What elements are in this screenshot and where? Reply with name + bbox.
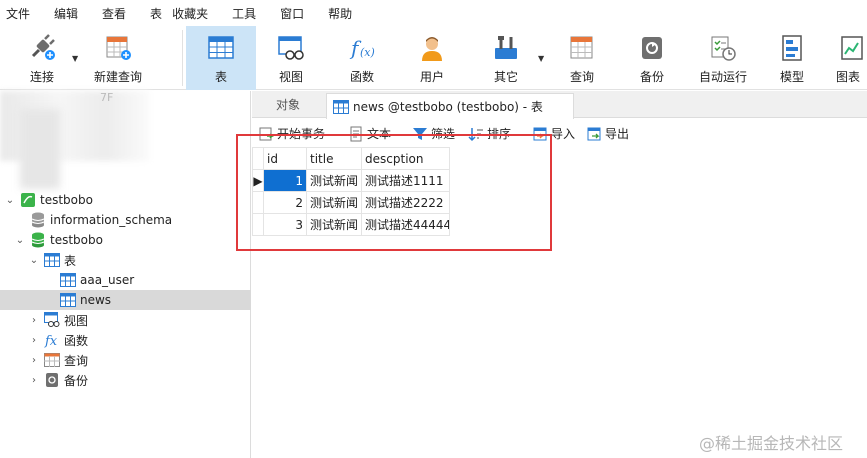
- menu-window[interactable]: 窗口: [280, 5, 304, 22]
- tab-objects[interactable]: 对象: [252, 91, 324, 118]
- auto-run-button[interactable]: 自动运行: [692, 26, 754, 90]
- tab-label: news @testbobo (testbobo) - 表: [353, 100, 543, 114]
- database-icon: [30, 212, 46, 228]
- table-icon: [60, 292, 76, 308]
- view-icon: [278, 36, 304, 60]
- table-button[interactable]: 表: [186, 26, 256, 90]
- svg-text:(x): (x): [360, 46, 375, 59]
- view-icon: [44, 312, 60, 328]
- expand-arrow-icon[interactable]: ›: [28, 315, 40, 326]
- chart-icon: [841, 36, 863, 60]
- other-button[interactable]: 其它: [478, 26, 534, 90]
- menu-favorites[interactable]: 收藏夹: [172, 5, 208, 22]
- svg-text:fx: fx: [44, 334, 58, 348]
- function-icon: f (x): [349, 36, 375, 60]
- expand-arrow-icon[interactable]: ›: [28, 355, 40, 366]
- tree-table-aaa-user[interactable]: aaa_user: [0, 270, 251, 290]
- function-icon: fx: [44, 332, 60, 348]
- tree-group-functions[interactable]: › fx 函数: [0, 330, 251, 350]
- model-icon: [782, 35, 802, 61]
- annotation-highlight-box: [236, 134, 552, 251]
- collapse-arrow-icon[interactable]: ⌄: [4, 195, 16, 206]
- other-dropdown-caret[interactable]: ▼: [538, 54, 544, 63]
- tab-bar: 对象 news @testbobo (testbobo) - 表: [252, 91, 867, 119]
- watermark: @稀土掘金技术社区: [699, 434, 844, 453]
- table-icon: [333, 99, 349, 114]
- table-icon: [208, 36, 234, 59]
- expand-arrow-icon[interactable]: ›: [28, 335, 40, 346]
- tools-icon: [495, 36, 517, 59]
- tables-group-label: 表: [64, 253, 77, 268]
- query-button[interactable]: 查询: [554, 26, 610, 90]
- model-button[interactable]: 模型: [764, 26, 820, 90]
- menu-bar: 文件 编辑 查看 表 收藏夹 工具 窗口 帮助: [0, 0, 867, 26]
- expand-arrow-icon[interactable]: ›: [28, 375, 40, 386]
- toolbar-separator: [182, 30, 183, 86]
- table-icon: [60, 272, 76, 288]
- schedule-icon: [711, 36, 736, 61]
- database-icon: [30, 232, 46, 248]
- view-button[interactable]: 视图: [262, 26, 320, 90]
- plug-icon: [31, 34, 55, 60]
- query-icon: [44, 352, 60, 368]
- tab-news-table[interactable]: news @testbobo (testbobo) - 表: [326, 93, 574, 119]
- query-icon: [570, 36, 593, 59]
- collapse-arrow-icon[interactable]: ⌄: [28, 255, 40, 266]
- user-icon: [422, 37, 442, 61]
- connection-icon: [20, 192, 36, 208]
- queries-group-label: 查询: [64, 353, 89, 368]
- blurred-region: [20, 109, 60, 189]
- new-query-button[interactable]: 新建查询: [88, 26, 148, 90]
- table-label: aaa_user: [80, 273, 135, 287]
- function-button[interactable]: f (x) 函数: [334, 26, 390, 90]
- main-toolbar: 连接 ▼ 新建查询 表 视图 f (x) 函数 用户 其它 ▼ 查询 备份 自动…: [0, 26, 867, 90]
- chart-button[interactable]: 图表: [836, 26, 867, 90]
- functions-group-label: 函数: [64, 333, 89, 348]
- menu-table[interactable]: 表: [150, 5, 162, 22]
- backup-button[interactable]: 备份: [624, 26, 680, 90]
- backup-icon: [44, 372, 60, 388]
- connection-label: testbobo: [40, 193, 93, 207]
- backups-group-label: 备份: [64, 373, 89, 388]
- tree-group-backups[interactable]: › 备份: [0, 370, 251, 390]
- menu-file[interactable]: 文件: [6, 5, 30, 22]
- backup-icon: [642, 37, 662, 59]
- collapse-arrow-icon[interactable]: ⌄: [14, 235, 26, 246]
- views-group-label: 视图: [64, 313, 89, 328]
- connect-dropdown-caret[interactable]: ▼: [72, 54, 78, 63]
- tree-db-testbobo[interactable]: ⌄ testbobo: [0, 230, 251, 250]
- tree-group-views[interactable]: › 视图: [0, 310, 251, 330]
- export-button[interactable]: 导出: [586, 125, 629, 142]
- tree-group-queries[interactable]: › 查询: [0, 350, 251, 370]
- connect-button[interactable]: 连接: [14, 26, 70, 90]
- tree-group-tables[interactable]: ⌄ 表: [0, 250, 251, 270]
- menu-edit[interactable]: 编辑: [54, 5, 78, 22]
- new-query-icon: [106, 36, 131, 60]
- navigation-tree: 7F ⌄ testbobo information_schema ⌄ testb…: [0, 91, 251, 458]
- menu-help[interactable]: 帮助: [328, 5, 352, 22]
- table-icon: [44, 252, 60, 268]
- database-label: testbobo: [50, 233, 103, 247]
- database-label: information_schema: [50, 213, 173, 227]
- user-button[interactable]: 用户: [404, 26, 460, 90]
- blurred-label: 7F: [100, 91, 114, 104]
- tree-table-news[interactable]: news: [0, 290, 251, 310]
- table-label: news: [80, 293, 112, 307]
- menu-tools[interactable]: 工具: [232, 5, 256, 22]
- tree-connection-testbobo[interactable]: ⌄ testbobo: [0, 190, 251, 210]
- menu-view[interactable]: 查看: [102, 5, 126, 22]
- export-icon: [587, 127, 601, 140]
- tree-db-information-schema[interactable]: information_schema: [0, 210, 251, 230]
